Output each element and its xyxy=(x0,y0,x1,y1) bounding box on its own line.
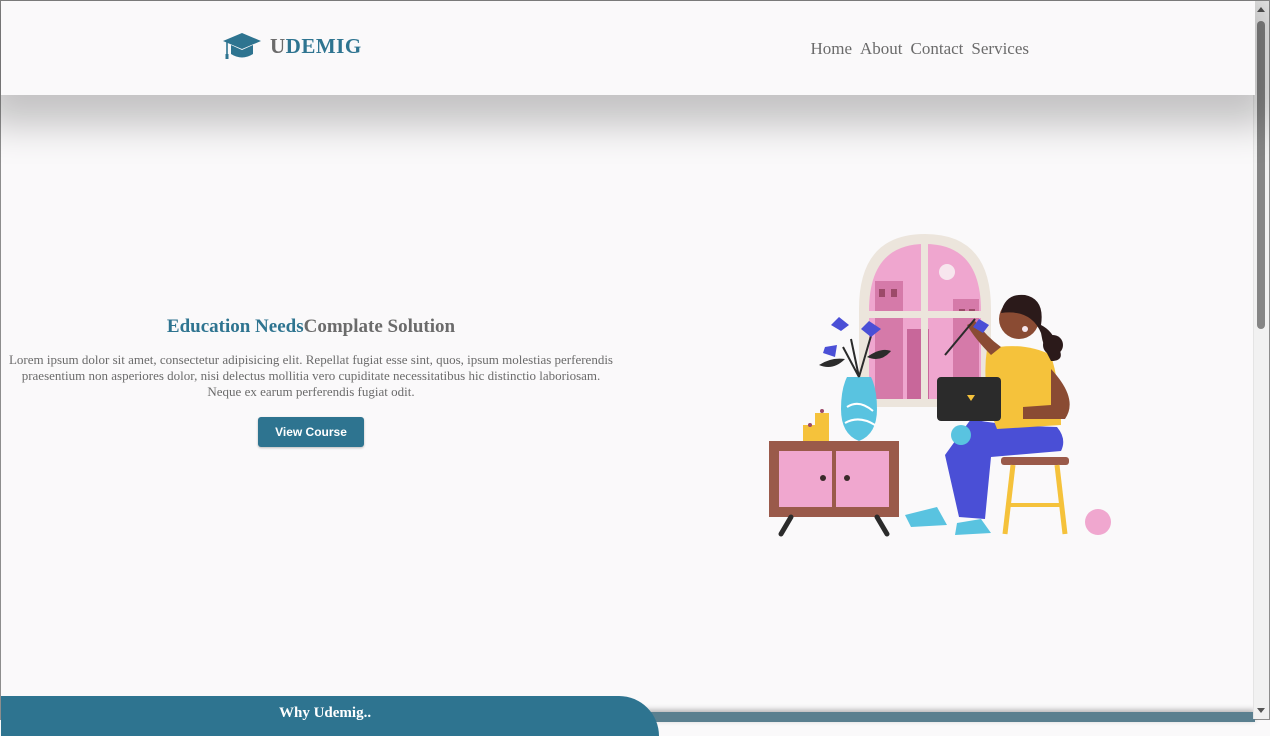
why-section-label: Why Udemig.. xyxy=(279,705,372,721)
nav-contact[interactable]: Contact xyxy=(911,39,964,59)
hero-title-part2: Complate Solution xyxy=(303,316,456,337)
why-section-tab: Why Udemig.. xyxy=(1,696,659,736)
view-course-button[interactable]: View Course xyxy=(258,417,364,447)
logo-first-letter: U xyxy=(270,33,286,58)
hero-title: Education NeedsComplate Solution xyxy=(1,316,621,338)
hero-title-part1: Education Needs xyxy=(166,316,304,337)
vertical-scrollbar[interactable] xyxy=(1253,1,1269,719)
woman-with-laptop-illustration xyxy=(761,229,1121,544)
nav-services[interactable]: Services xyxy=(971,39,1029,59)
nav-about[interactable]: About xyxy=(860,39,903,59)
logo-text: UDEMIG xyxy=(270,34,362,59)
section-divider-strip xyxy=(641,712,1255,722)
hero-paragraph: Lorem ipsum dolor sit amet, consectetur … xyxy=(8,352,613,399)
hero-content: Education NeedsComplate Solution Lorem i… xyxy=(1,316,621,447)
graduation-cap-icon xyxy=(222,31,262,61)
scrollbar-thumb[interactable] xyxy=(1257,21,1265,329)
scroll-up-arrow-icon[interactable] xyxy=(1257,7,1265,12)
site-header: UDEMIG Home About Contact Services xyxy=(1,1,1255,95)
nav-home[interactable]: Home xyxy=(810,39,852,59)
logo-rest: DEMIG xyxy=(285,33,362,58)
logo[interactable]: UDEMIG xyxy=(222,31,362,61)
main-nav: Home About Contact Services xyxy=(810,39,1029,59)
scroll-down-arrow-icon[interactable] xyxy=(1257,708,1265,713)
